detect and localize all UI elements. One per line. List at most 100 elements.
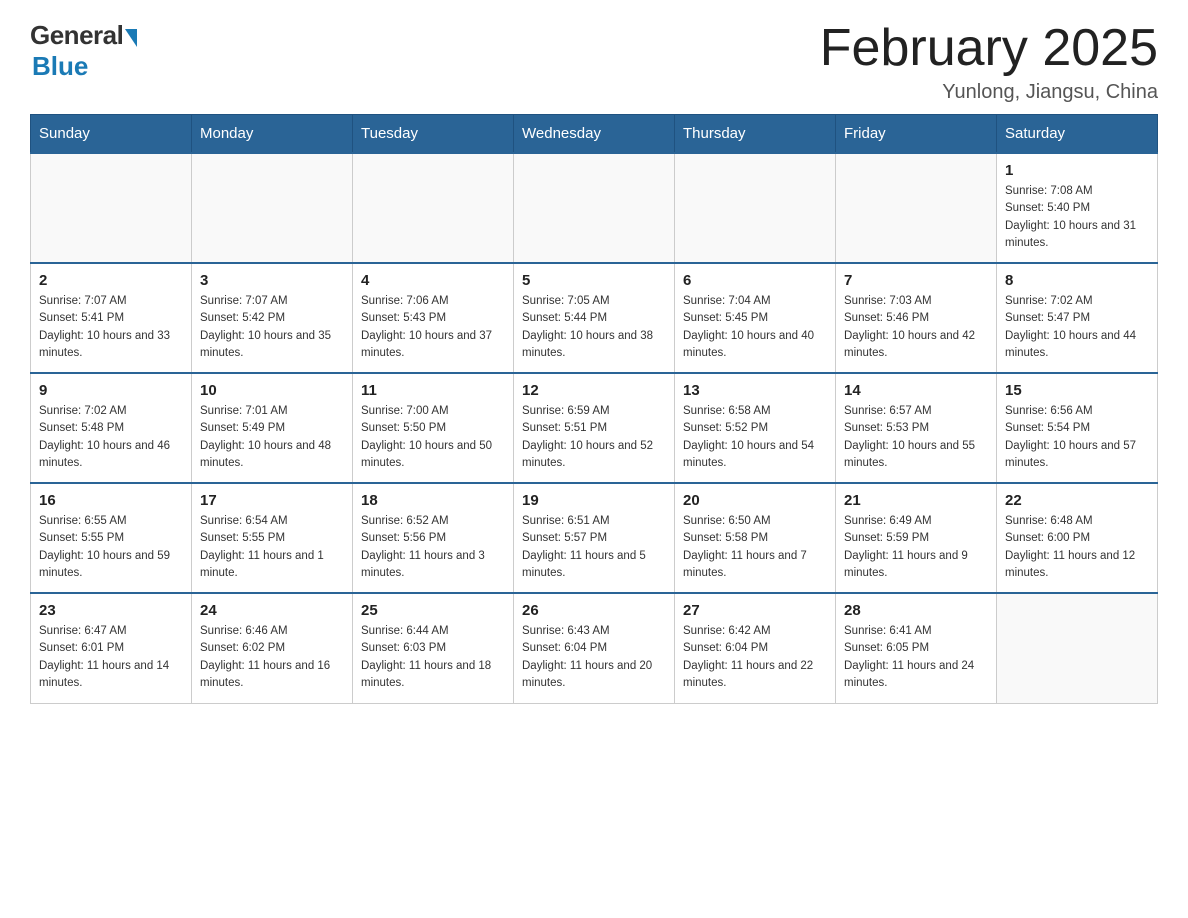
logo-blue-text: Blue	[32, 51, 88, 82]
day-number: 4	[361, 272, 505, 289]
calendar-header-row: SundayMondayTuesdayWednesdayThursdayFrid…	[31, 115, 1158, 154]
calendar-cell: 4 Sunrise: 7:06 AM Sunset: 5:43 PM Daylig…	[353, 263, 514, 373]
calendar-cell: 19 Sunrise: 6:51 AM Sunset: 5:57 PM Dayli…	[514, 483, 675, 593]
day-number: 11	[361, 382, 505, 399]
day-info: Sunrise: 7:02 AM Sunset: 5:48 PM Dayligh…	[39, 403, 183, 472]
location: Yunlong, Jiangsu, China	[820, 81, 1158, 104]
day-number: 6	[683, 272, 827, 289]
calendar-cell: 15 Sunrise: 6:56 AM Sunset: 5:54 PM Dayli…	[997, 373, 1158, 483]
day-info: Sunrise: 6:42 AM Sunset: 6:04 PM Dayligh…	[683, 623, 827, 692]
day-number: 7	[844, 272, 988, 289]
day-number: 27	[683, 602, 827, 619]
calendar-cell	[514, 153, 675, 263]
day-number: 18	[361, 492, 505, 509]
day-info: Sunrise: 6:52 AM Sunset: 5:56 PM Dayligh…	[361, 513, 505, 582]
col-header-thursday: Thursday	[675, 115, 836, 154]
calendar-cell: 22Sunrise: 6:48 AM Sunset: 6:00 PM Dayli…	[997, 483, 1158, 593]
day-number: 15	[1005, 382, 1149, 399]
day-number: 20	[683, 492, 827, 509]
calendar-cell: 26 Sunrise: 6:43 AM Sunset: 6:04 PM Dayli…	[514, 593, 675, 703]
calendar-cell: 8 Sunrise: 7:02 AM Sunset: 5:47 PM Daylig…	[997, 263, 1158, 373]
day-number: 1	[1005, 162, 1149, 179]
day-info: Sunrise: 7:01 AM Sunset: 5:49 PM Dayligh…	[200, 403, 344, 472]
day-info: Sunrise: 7:04 AM Sunset: 5:45 PM Dayligh…	[683, 293, 827, 362]
calendar-cell: 2 Sunrise: 7:07 AM Sunset: 5:41 PM Daylig…	[31, 263, 192, 373]
week-row-2: 2 Sunrise: 7:07 AM Sunset: 5:41 PM Daylig…	[31, 263, 1158, 373]
logo-general-text: General	[30, 20, 123, 51]
day-info: Sunrise: 6:57 AM Sunset: 5:53 PM Dayligh…	[844, 403, 988, 472]
day-info: Sunrise: 6:59 AM Sunset: 5:51 PM Dayligh…	[522, 403, 666, 472]
day-info: Sunrise: 6:55 AM Sunset: 5:55 PM Dayligh…	[39, 513, 183, 582]
day-info: Sunrise: 6:41 AM Sunset: 6:05 PM Dayligh…	[844, 623, 988, 692]
day-info: Sunrise: 6:47 AM Sunset: 6:01 PM Dayligh…	[39, 623, 183, 692]
col-header-monday: Monday	[192, 115, 353, 154]
day-info: Sunrise: 7:08 AM Sunset: 5:40 PM Dayligh…	[1005, 183, 1149, 252]
day-info: Sunrise: 7:07 AM Sunset: 5:42 PM Dayligh…	[200, 293, 344, 362]
week-row-1: 1 Sunrise: 7:08 AM Sunset: 5:40 PM Daylig…	[31, 153, 1158, 263]
calendar-cell: 1 Sunrise: 7:08 AM Sunset: 5:40 PM Daylig…	[997, 153, 1158, 263]
day-number: 19	[522, 492, 666, 509]
calendar-cell: 21Sunrise: 6:49 AM Sunset: 5:59 PM Dayli…	[836, 483, 997, 593]
day-info: Sunrise: 6:46 AM Sunset: 6:02 PM Dayligh…	[200, 623, 344, 692]
calendar-cell: 28 Sunrise: 6:41 AM Sunset: 6:05 PM Dayli…	[836, 593, 997, 703]
day-info: Sunrise: 7:07 AM Sunset: 5:41 PM Dayligh…	[39, 293, 183, 362]
calendar-cell: 5 Sunrise: 7:05 AM Sunset: 5:44 PM Daylig…	[514, 263, 675, 373]
day-number: 13	[683, 382, 827, 399]
day-number: 12	[522, 382, 666, 399]
page-header: General Blue February 2025 Yunlong, Jian…	[30, 20, 1158, 104]
week-row-5: 23 Sunrise: 6:47 AM Sunset: 6:01 PM Dayli…	[31, 593, 1158, 703]
calendar-cell: 20 Sunrise: 6:50 AM Sunset: 5:58 PM Dayli…	[675, 483, 836, 593]
day-number: 2	[39, 272, 183, 289]
day-number: 23	[39, 602, 183, 619]
day-info: Sunrise: 6:48 AM Sunset: 6:00 PM Dayligh…	[1005, 513, 1149, 582]
day-number: 17	[200, 492, 344, 509]
day-info: Sunrise: 6:58 AM Sunset: 5:52 PM Dayligh…	[683, 403, 827, 472]
logo-arrow-icon	[125, 29, 137, 47]
day-info: Sunrise: 6:54 AM Sunset: 5:55 PM Dayligh…	[200, 513, 344, 582]
day-number: 14	[844, 382, 988, 399]
day-number: 24	[200, 602, 344, 619]
day-number: 10	[200, 382, 344, 399]
calendar-cell: 27 Sunrise: 6:42 AM Sunset: 6:04 PM Dayli…	[675, 593, 836, 703]
col-header-saturday: Saturday	[997, 115, 1158, 154]
calendar-cell: 14 Sunrise: 6:57 AM Sunset: 5:53 PM Dayli…	[836, 373, 997, 483]
calendar-cell: 9 Sunrise: 7:02 AM Sunset: 5:48 PM Daylig…	[31, 373, 192, 483]
calendar-cell	[997, 593, 1158, 703]
calendar-cell: 10 Sunrise: 7:01 AM Sunset: 5:49 PM Dayli…	[192, 373, 353, 483]
col-header-sunday: Sunday	[31, 115, 192, 154]
day-info: Sunrise: 6:50 AM Sunset: 5:58 PM Dayligh…	[683, 513, 827, 582]
day-info: Sunrise: 7:02 AM Sunset: 5:47 PM Dayligh…	[1005, 293, 1149, 362]
col-header-friday: Friday	[836, 115, 997, 154]
day-number: 8	[1005, 272, 1149, 289]
day-info: Sunrise: 7:06 AM Sunset: 5:43 PM Dayligh…	[361, 293, 505, 362]
day-number: 16	[39, 492, 183, 509]
day-number: 28	[844, 602, 988, 619]
calendar-cell: 24 Sunrise: 6:46 AM Sunset: 6:02 PM Dayli…	[192, 593, 353, 703]
calendar-cell: 7 Sunrise: 7:03 AM Sunset: 5:46 PM Daylig…	[836, 263, 997, 373]
day-info: Sunrise: 6:56 AM Sunset: 5:54 PM Dayligh…	[1005, 403, 1149, 472]
day-number: 3	[200, 272, 344, 289]
calendar-cell: 11 Sunrise: 7:00 AM Sunset: 5:50 PM Dayli…	[353, 373, 514, 483]
day-info: Sunrise: 7:05 AM Sunset: 5:44 PM Dayligh…	[522, 293, 666, 362]
calendar-cell: 16 Sunrise: 6:55 AM Sunset: 5:55 PM Dayli…	[31, 483, 192, 593]
day-info: Sunrise: 7:00 AM Sunset: 5:50 PM Dayligh…	[361, 403, 505, 472]
day-info: Sunrise: 6:44 AM Sunset: 6:03 PM Dayligh…	[361, 623, 505, 692]
calendar-cell	[675, 153, 836, 263]
day-number: 21	[844, 492, 988, 509]
col-header-tuesday: Tuesday	[353, 115, 514, 154]
calendar-cell: 13 Sunrise: 6:58 AM Sunset: 5:52 PM Dayli…	[675, 373, 836, 483]
day-info: Sunrise: 6:51 AM Sunset: 5:57 PM Dayligh…	[522, 513, 666, 582]
week-row-3: 9 Sunrise: 7:02 AM Sunset: 5:48 PM Daylig…	[31, 373, 1158, 483]
calendar-cell: 6 Sunrise: 7:04 AM Sunset: 5:45 PM Daylig…	[675, 263, 836, 373]
day-number: 5	[522, 272, 666, 289]
day-number: 25	[361, 602, 505, 619]
day-number: 26	[522, 602, 666, 619]
calendar-table: SundayMondayTuesdayWednesdayThursdayFrid…	[30, 114, 1158, 704]
day-number: 9	[39, 382, 183, 399]
calendar-cell	[353, 153, 514, 263]
week-row-4: 16 Sunrise: 6:55 AM Sunset: 5:55 PM Dayli…	[31, 483, 1158, 593]
calendar-cell: 17 Sunrise: 6:54 AM Sunset: 5:55 PM Dayli…	[192, 483, 353, 593]
day-info: Sunrise: 6:43 AM Sunset: 6:04 PM Dayligh…	[522, 623, 666, 692]
calendar-cell	[836, 153, 997, 263]
day-info: Sunrise: 7:03 AM Sunset: 5:46 PM Dayligh…	[844, 293, 988, 362]
